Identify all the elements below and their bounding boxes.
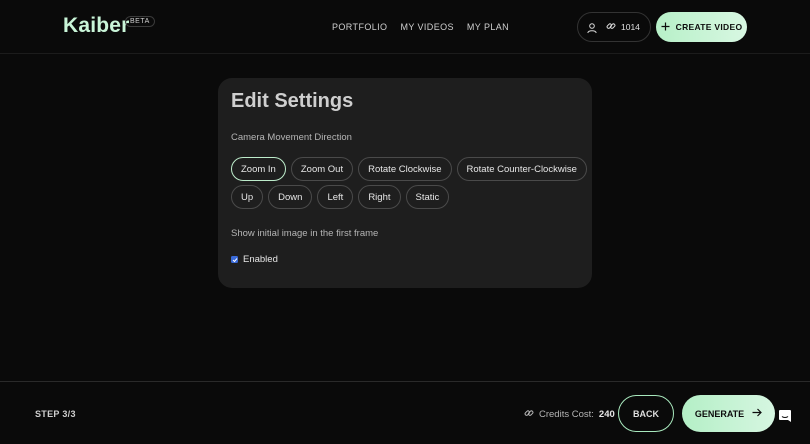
generate-label: GENERATE xyxy=(694,408,745,419)
user-icon[interactable] xyxy=(586,21,598,34)
enabled-checkbox-row[interactable]: Enabled xyxy=(231,254,278,265)
enabled-checkbox[interactable] xyxy=(231,256,238,263)
link-icon xyxy=(606,21,616,33)
credits-cost: Credits Cost: 240 xyxy=(524,408,615,421)
kaiber-logo[interactable]: Kaiber xyxy=(63,14,130,38)
nav-my-videos[interactable]: MY VIDEOS xyxy=(400,22,453,32)
camera-movement-label: Camera Movement Direction xyxy=(231,132,352,143)
nav-my-plan[interactable]: MY PLAN xyxy=(467,22,509,32)
nav-portfolio[interactable]: PORTFOLIO xyxy=(332,22,387,32)
footer-bar: STEP 3/3 Credits Cost: 240 BACK GENERATE xyxy=(0,381,810,444)
direction-options-row-2: Up Down Left Right Static xyxy=(231,185,450,209)
generate-button[interactable]: GENERATE xyxy=(682,395,775,432)
direction-up[interactable]: Up xyxy=(231,185,264,209)
direction-rotate-counter-clockwise[interactable]: Rotate Counter-Clockwise xyxy=(456,157,587,181)
top-navbar: Kaiber BETA PORTFOLIO MY VIDEOS MY PLAN … xyxy=(0,0,810,54)
direction-down[interactable]: Down xyxy=(268,185,313,209)
enabled-label: Enabled xyxy=(243,254,278,265)
beta-badge: BETA xyxy=(125,16,155,27)
credits-cost-label: Credits Cost: xyxy=(539,409,594,420)
chat-icon[interactable] xyxy=(776,407,794,425)
back-button[interactable]: BACK xyxy=(618,395,674,432)
step-indicator: STEP 3/3 xyxy=(35,409,76,419)
account-pill[interactable]: 1014 xyxy=(577,12,651,42)
edit-settings-card: Edit Settings Camera Movement Direction … xyxy=(218,78,592,288)
direction-rotate-clockwise[interactable]: Rotate Clockwise xyxy=(358,157,452,181)
direction-left[interactable]: Left xyxy=(317,185,354,209)
direction-zoom-out[interactable]: Zoom Out xyxy=(290,157,354,181)
direction-zoom-in[interactable]: Zoom In xyxy=(231,157,286,181)
credits-cost-value: 240 xyxy=(598,409,615,420)
direction-options-row-1: Zoom In Zoom Out Rotate Clockwise Rotate… xyxy=(231,157,587,181)
link-icon xyxy=(524,408,534,421)
initial-frame-label: Show initial image in the first frame xyxy=(231,228,379,239)
create-video-label: CREATE VIDEO xyxy=(675,22,743,32)
credits-balance: 1014 xyxy=(606,21,640,33)
direction-static[interactable]: Static xyxy=(405,185,450,209)
plus-icon xyxy=(661,22,670,33)
main-nav: PORTFOLIO MY VIDEOS MY PLAN xyxy=(332,22,509,32)
create-video-button[interactable]: CREATE VIDEO xyxy=(656,12,747,42)
page-title: Edit Settings xyxy=(231,90,354,112)
direction-right[interactable]: Right xyxy=(358,185,401,209)
credits-count: 1014 xyxy=(621,22,640,32)
arrow-right-icon xyxy=(752,408,763,419)
